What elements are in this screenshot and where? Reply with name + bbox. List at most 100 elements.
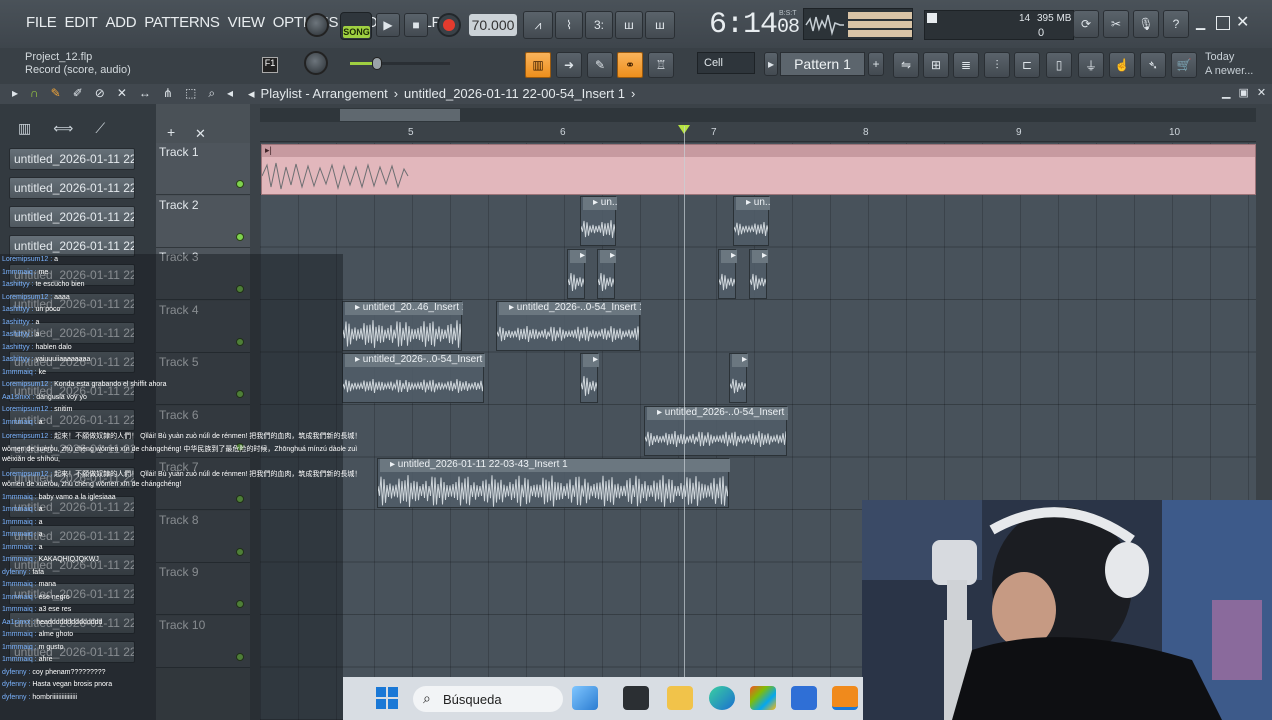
clip-label: ▸	[583, 354, 599, 367]
file-explorer-icon[interactable]	[667, 686, 693, 710]
arrow-icon[interactable]: ▸	[12, 86, 18, 101]
minimize-icon[interactable]: ▁	[1222, 86, 1230, 99]
close-track-icon[interactable]: ✕	[195, 126, 206, 142]
play-button[interactable]: ▶	[376, 13, 400, 37]
pattern-prev-button[interactable]: ▸	[764, 52, 778, 76]
mute-tool-icon[interactable]: ✕	[117, 86, 127, 101]
slip-tool-icon[interactable]: ↔	[139, 86, 151, 101]
audio-clip[interactable]: ▸	[580, 353, 599, 403]
browser-button[interactable]: ⊏	[1014, 52, 1040, 78]
menu-item-patterns[interactable]: PATTERNS	[144, 14, 220, 31]
move-icon[interactable]: ⟺	[53, 120, 73, 137]
maximize-button[interactable]	[1216, 16, 1230, 30]
track-mute-led[interactable]	[236, 180, 244, 188]
master-volume-slider[interactable]	[350, 57, 450, 70]
metronome-button[interactable]: ⩘	[523, 11, 553, 39]
track-header[interactable]: Track 1	[156, 143, 250, 195]
draw-tool-button[interactable]: ✎	[587, 52, 613, 78]
scroll-thumb[interactable]	[340, 109, 460, 121]
mixer-button[interactable]: ⫶	[984, 52, 1010, 78]
audio-clip[interactable]: ▸	[729, 353, 748, 403]
zoom-tool-icon[interactable]: ⌕	[208, 86, 215, 101]
piano-roll-button[interactable]: ≣	[953, 52, 979, 78]
hand-icon: ☝	[1114, 58, 1130, 72]
main-volume-knob[interactable]	[305, 13, 329, 37]
next-button[interactable]: ➜	[556, 52, 582, 78]
playlist-scrollbar[interactable]	[260, 108, 1256, 122]
recording-clip[interactable]: ▸|	[261, 144, 1256, 195]
audio-clip[interactable]: ▸ untitled_20..46_Insert 1	[342, 301, 463, 351]
clip-list-item[interactable]: untitled_2026-01-11 22-...	[9, 177, 135, 199]
chat-username: 1ashittyy :	[2, 318, 36, 326]
minimize-button[interactable]: ▁	[1196, 16, 1210, 30]
track-header[interactable]: Track 2	[156, 195, 250, 248]
audio-clip[interactable]: ▸ untitled_2026-..0-54_Insert 1	[644, 406, 788, 456]
audio-clip[interactable]: ▸ un...	[580, 196, 617, 246]
speaker-tool-icon[interactable]: ◂	[227, 86, 233, 101]
record-button[interactable]	[437, 13, 461, 37]
restore-icon[interactable]: ▣	[1238, 86, 1248, 99]
windows-start-button[interactable]	[376, 687, 398, 709]
timeline-ruler[interactable]: 5 6 7 8 9 10	[260, 126, 1256, 142]
link-button[interactable]: ⚭	[617, 52, 643, 78]
online-news-button[interactable]: ⟳	[1073, 10, 1099, 38]
audio-clip[interactable]: ▸ un...	[733, 196, 770, 246]
close-button[interactable]: ✕	[1236, 12, 1252, 31]
audio-clip[interactable]: ▸	[749, 249, 768, 299]
channel-rack-button[interactable]: ⊞	[923, 52, 949, 78]
close-icon[interactable]: ✕	[1257, 86, 1266, 99]
pattern-selector[interactable]: Pattern 1	[780, 52, 865, 76]
add-track-icon[interactable]: +	[167, 124, 175, 140]
store-button[interactable]: 🛒	[1171, 52, 1197, 78]
knife-icon[interactable]: ⟋	[95, 120, 105, 137]
mixer-view-button[interactable]: ⇋	[893, 52, 919, 78]
wizard-button[interactable]: ➴	[1140, 52, 1166, 78]
playlist-view-button[interactable]: ▥	[525, 52, 551, 78]
delete-tool-icon[interactable]: ⊘	[95, 86, 105, 101]
grid-icon[interactable]: ▥	[18, 120, 31, 137]
clip-list-item[interactable]: untitled_2026-01-11 22-...	[9, 148, 135, 170]
wait-input-button[interactable]: ⌇	[555, 11, 583, 39]
audio-input-button[interactable]: 🎙	[1133, 10, 1159, 38]
news-panel[interactable]: Today A newer...	[1205, 50, 1253, 78]
taskbar-search[interactable]: ⌕ Búsqueda	[413, 686, 563, 712]
plugin-picker-button[interactable]: ⏚	[1078, 52, 1104, 78]
edge-browser-icon[interactable]	[709, 686, 735, 710]
templates-button[interactable]: ▯	[1046, 52, 1072, 78]
audio-clip[interactable]: ▸ untitled_2026-..0-54_Insert 1	[496, 301, 641, 351]
task-view-icon[interactable]	[623, 686, 649, 710]
tempo-display[interactable]: 70.000	[469, 14, 517, 36]
tools-button[interactable]: ✂	[1103, 10, 1129, 38]
menu-item-view[interactable]: VIEW	[228, 14, 265, 31]
select-tool-icon[interactable]: ⬚	[185, 86, 196, 101]
chat-text: ahre	[38, 656, 53, 663]
clip-list-item[interactable]: untitled_2026-01-11 22-...	[9, 206, 135, 228]
audio-clip[interactable]: ▸	[567, 249, 586, 299]
help-button[interactable]: ?	[1163, 10, 1189, 38]
audio-clip[interactable]: ▸	[597, 249, 616, 299]
menu-item-edit[interactable]: EDIT	[64, 14, 97, 31]
fl-studio-icon[interactable]	[832, 686, 858, 710]
countdown-button[interactable]: 3:	[585, 11, 613, 39]
audio-clip[interactable]: ▸ untitled_2026-..0-54_Insert 1	[342, 353, 485, 403]
audio-clip[interactable]: ▸ untitled_2026-01-11 22-03-43_Insert 1	[377, 458, 730, 508]
menu-item-add[interactable]: ADD	[105, 14, 136, 31]
roblox-icon[interactable]	[791, 686, 817, 710]
touch-controller-button[interactable]: ☝	[1109, 52, 1135, 78]
snap-selector[interactable]: Cell	[697, 52, 755, 74]
stamp-tool-button[interactable]: ♖	[648, 52, 674, 78]
menu-item-file[interactable]: FILE	[26, 14, 57, 31]
paint-icon[interactable]: ✐	[73, 86, 83, 101]
track-mute-led[interactable]	[236, 232, 244, 241]
master-pitch-knob[interactable]	[304, 51, 328, 75]
slice-tool-icon[interactable]: ⋔	[163, 86, 173, 101]
microsoft-store-icon[interactable]	[750, 686, 776, 710]
blend-notes-button[interactable]: ш	[645, 11, 675, 39]
pencil-tool-icon[interactable]: ✎	[51, 86, 61, 101]
add-pattern-button[interactable]: +	[868, 52, 884, 76]
audio-clip[interactable]: ▸	[718, 249, 737, 299]
magnet-icon[interactable]: ∩	[30, 86, 39, 101]
stop-button[interactable]: ■	[404, 13, 428, 37]
step-edit-button[interactable]: ш	[615, 11, 643, 39]
widgets-icon[interactable]	[572, 686, 598, 710]
